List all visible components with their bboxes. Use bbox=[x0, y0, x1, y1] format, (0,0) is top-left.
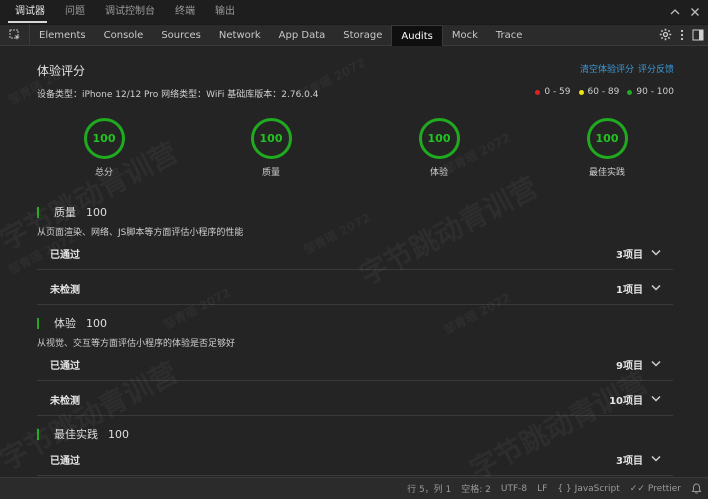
yellow-dot-icon bbox=[578, 89, 584, 95]
chevron-down-icon[interactable] bbox=[651, 394, 661, 405]
section-accent-bar bbox=[37, 206, 39, 218]
encoding[interactable]: UTF-8 bbox=[501, 484, 527, 494]
section-header-best-practice: 最佳实践 100 bbox=[37, 426, 129, 442]
dock-side-icon[interactable] bbox=[692, 26, 704, 45]
score-ring: 100 bbox=[418, 118, 460, 159]
audit-row-passed[interactable]: 已通过 3项目 bbox=[37, 444, 673, 476]
section-header-experience: 体验 100 bbox=[37, 315, 107, 331]
score-label: 质量 bbox=[261, 168, 280, 178]
notifications-bell-icon[interactable] bbox=[691, 483, 702, 494]
score-feedback-link[interactable]: 评分反馈 bbox=[638, 62, 674, 75]
chevron-down-icon[interactable] bbox=[651, 248, 661, 259]
tab-storage[interactable]: Storage bbox=[334, 25, 391, 46]
tab-sources[interactable]: Sources bbox=[152, 25, 210, 46]
score-label: 总分 bbox=[94, 168, 113, 178]
green-dot-icon bbox=[627, 89, 633, 95]
audits-panel: 体验评分 清空体验评分 评分反馈 设备类型：iPhone 12/12 Pro 网… bbox=[0, 47, 708, 477]
double-check-icon: ✓✓ bbox=[629, 483, 645, 494]
tab-elements[interactable]: Elements bbox=[30, 25, 95, 46]
legend-item-red: 0 - 59 bbox=[535, 87, 571, 97]
section-accent-bar bbox=[37, 317, 39, 329]
tab-trace[interactable]: Trace bbox=[487, 25, 532, 46]
language-mode[interactable]: { } JavaScript bbox=[557, 484, 619, 494]
panel-tab-debugger[interactable]: 调试器 bbox=[0, 0, 55, 24]
status-bar: 行 5，列 1 空格: 2 UTF-8 LF { } JavaScript ✓✓… bbox=[0, 477, 708, 499]
red-dot-icon bbox=[535, 89, 541, 95]
page-title: 体验评分 bbox=[37, 64, 86, 78]
tab-network[interactable]: Network bbox=[210, 25, 270, 46]
panel-tab-terminal[interactable]: 终端 bbox=[165, 0, 205, 24]
tab-console[interactable]: Console bbox=[95, 25, 153, 46]
score-ring: 100 bbox=[250, 118, 292, 159]
legend-item-yellow: 60 - 89 bbox=[578, 87, 619, 97]
chevron-down-icon[interactable] bbox=[651, 454, 661, 465]
indentation[interactable]: 空格: 2 bbox=[461, 482, 491, 495]
cursor-position[interactable]: 行 5，列 1 bbox=[407, 482, 451, 495]
score-quality: 100 质量 bbox=[231, 118, 311, 178]
score-total: 100 总分 bbox=[64, 118, 144, 178]
section-accent-bar bbox=[37, 428, 39, 440]
score-ring: 100 bbox=[83, 118, 125, 159]
audit-row-unchecked[interactable]: 未检测 10项目 bbox=[37, 384, 673, 416]
chevron-down-icon[interactable] bbox=[651, 283, 661, 294]
section-description: 从视觉、交互等方面评估小程序的体验是否足够好 bbox=[37, 339, 236, 349]
device-info: 设备类型：iPhone 12/12 Pro 网络类型：WiFi 基础库版本：2.… bbox=[37, 90, 319, 100]
devtools-tab-bar: Elements Console Sources Network App Dat… bbox=[0, 24, 708, 46]
panel-tab-debug-console[interactable]: 调试控制台 bbox=[95, 0, 165, 24]
header-links: 清空体验评分 评分反馈 bbox=[580, 62, 674, 75]
section-header-quality: 质量 100 bbox=[37, 204, 107, 220]
legend-item-green: 90 - 100 bbox=[627, 87, 674, 97]
audit-row-passed[interactable]: 已通过 9项目 bbox=[37, 349, 673, 381]
panel-tab-output[interactable]: 输出 bbox=[205, 0, 245, 24]
score-legend: 0 - 59 60 - 89 90 - 100 bbox=[535, 87, 674, 97]
inspect-element-icon[interactable] bbox=[0, 24, 30, 46]
panel-tab-problems[interactable]: 问题 bbox=[55, 0, 95, 24]
braces-icon: { } bbox=[557, 483, 572, 494]
line-ending[interactable]: LF bbox=[537, 484, 547, 494]
clear-score-link[interactable]: 清空体验评分 bbox=[580, 62, 634, 75]
score-label: 体验 bbox=[429, 168, 448, 178]
audit-row-unchecked[interactable]: 未检测 1项目 bbox=[37, 273, 673, 305]
panel-tab-bar: 调试器 问题 调试控制台 终端 输出 bbox=[0, 0, 708, 24]
audit-row-passed[interactable]: 已通过 3项目 bbox=[37, 238, 673, 270]
score-ring: 100 bbox=[586, 118, 628, 159]
section-description: 从页面渲染、网络、JS脚本等方面评估小程序的性能 bbox=[37, 228, 244, 238]
formatter[interactable]: ✓✓ Prettier bbox=[630, 484, 681, 494]
score-best-practice: 100 最佳实践 bbox=[567, 118, 647, 178]
score-experience: 100 体验 bbox=[399, 118, 479, 178]
score-label: 最佳实践 bbox=[588, 168, 625, 178]
chevron-down-icon[interactable] bbox=[651, 359, 661, 370]
tab-audits[interactable]: Audits bbox=[391, 24, 443, 46]
chevron-up-icon[interactable] bbox=[670, 7, 680, 17]
more-options-icon[interactable] bbox=[680, 26, 684, 45]
close-icon[interactable] bbox=[690, 7, 700, 17]
tab-mock[interactable]: Mock bbox=[443, 25, 487, 46]
tab-app-data[interactable]: App Data bbox=[270, 25, 335, 46]
gear-icon[interactable] bbox=[659, 26, 672, 45]
